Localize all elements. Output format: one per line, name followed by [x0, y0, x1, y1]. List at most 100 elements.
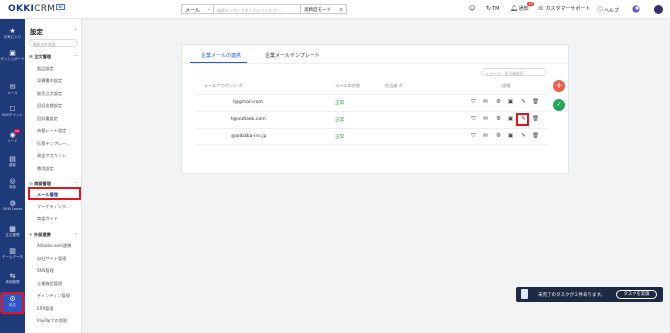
brand-mark-icon[interactable] [632, 5, 640, 13]
sidebar-item[interactable]: PayPalでの受取 [37, 318, 67, 324]
help-icon: ⓘ [597, 7, 604, 14]
gear-icon[interactable]: ⚙ [495, 116, 502, 123]
sidebar-item[interactable]: 販売注文設定 [37, 91, 62, 97]
table-row: @alibaba-inc.jp 正常 ⛉ ✉ ⚙ ▣ ✎ 🗑︎ [196, 128, 548, 145]
smiley-icon[interactable]: ☺ [469, 5, 476, 12]
clipboard-icon [521, 289, 528, 299]
icon-nav [0, 19, 25, 333]
sidebar-item[interactable]: 見積書の設定 [37, 78, 62, 84]
shield-icon[interactable]: ⛉ [470, 133, 477, 140]
order-icon: ▦ [9, 225, 16, 233]
mail-account: @alibaba-inc.jp [231, 134, 267, 139]
mail-account: l@gmail.com [233, 100, 263, 105]
shield-check-icon: ✓ [556, 101, 562, 108]
mail-settings-card: 企業メールの連携 企業メールテンプレート ⌕ メール、担当者検索 メールアカウン… [181, 44, 569, 174]
chevron-down-icon: ⌄ [206, 6, 211, 12]
nav-item-okki-leads[interactable]: ◍ OKKI Leads [0, 199, 25, 211]
security-check-button[interactable]: ✓ [553, 99, 565, 111]
gear-icon[interactable]: ⚙ [495, 133, 502, 140]
support-link[interactable]: ☏カスタマーサポート [537, 5, 590, 12]
sort-icon: ⇵ [398, 83, 403, 88]
edit-icon[interactable]: ✎ [520, 133, 527, 140]
trash-icon[interactable]: 🗑︎ [532, 99, 539, 106]
table-search-input[interactable]: ⌕ メール、担当者検索 [482, 68, 547, 76]
monitor-icon[interactable]: ▣ [507, 116, 514, 123]
trash-icon[interactable]: 🗑︎ [532, 116, 539, 123]
search-scope-select[interactable]: メール ⌄ [181, 4, 213, 14]
column-header-owner[interactable]: 担当者 ⇵ [385, 83, 402, 89]
collapse-icon[interactable]: « [74, 27, 77, 33]
dashboard-icon: ▣ [9, 49, 16, 57]
nav-item-customer[interactable]: ▤ 顧客 [0, 155, 25, 167]
nav-item-orders[interactable]: ▦ 注文管理 [0, 225, 25, 237]
mail-icon[interactable]: ✉ [482, 99, 489, 106]
chevron-up-icon: ⌃ [74, 181, 78, 186]
column-header-status: メールの状態 [335, 83, 361, 88]
leads-icon: ◍ [9, 199, 16, 207]
monitor-icon[interactable]: ▣ [507, 133, 514, 140]
deal-icon: ◎ [9, 177, 16, 185]
nav-item-team-data[interactable]: ▥ チームデータ [0, 247, 25, 259]
lead-count-badge: 10 [14, 129, 20, 133]
global-search-input[interactable]: 検索キーワードを入力してください [213, 4, 301, 14]
table-row: l@gmail.com 正常 ⛉ ✉ ⚙ ▣ ✎ 🗑︎ [196, 94, 548, 111]
toast-message: 未完了のタスクが２件あります。 [538, 292, 606, 298]
sidebar-item[interactable]: 資金アカウント [37, 153, 66, 159]
sidebar-item[interactable]: ERP管理 [37, 306, 53, 312]
help-link[interactable]: ⓘヘルプ [597, 5, 619, 14]
sidebar-item[interactable]: ディンディン管理 [37, 293, 70, 299]
run-tasks-button[interactable]: タスクを実施 [616, 290, 657, 299]
mail-status: 正常 [335, 135, 345, 140]
column-header-account[interactable]: メールアカウント ⇵ [204, 83, 242, 89]
app-logo[interactable]: OKKICRM BI [8, 4, 65, 14]
sidebar-item[interactable]: Alibaba.com連携 [37, 243, 71, 249]
nav-item-deal[interactable]: ◎ 商談 [0, 177, 25, 189]
tab-mail-integration[interactable]: 企業メールの連携 [201, 52, 241, 59]
nav-item-approval[interactable]: ⇆ 承認管理 [0, 272, 25, 284]
sidebar-section-integrations[interactable]: ⚭ 外部連携 ⌃ [29, 232, 78, 238]
shield-icon[interactable]: ⛉ [470, 99, 477, 106]
task-toast: 未完了のタスクが２件あります。 タスクを実施 [516, 287, 663, 302]
nav-item-favorites[interactable]: ★ お気に入り [0, 27, 25, 39]
search-mode-select[interactable]: 高精度モード ⌕ [301, 4, 347, 14]
edit-icon[interactable]: ✎ [520, 99, 527, 106]
sidebar-item[interactable]: 自社サイト管理 [37, 256, 66, 262]
sidebar-search-input[interactable]: 機能名を検索 [29, 39, 78, 47]
sidebar-item[interactable]: 商談ガイド [37, 216, 58, 222]
mail-icon[interactable]: ✉ [482, 116, 489, 123]
add-mail-button[interactable]: + [553, 80, 565, 92]
nav-item-dashboard[interactable]: ▣ ダッシュボード [0, 49, 25, 61]
notice-link[interactable]: 🔔︎通知 [510, 5, 529, 12]
mail-icon[interactable]: ✉ [482, 133, 489, 140]
avatar[interactable] [654, 5, 663, 14]
sidebar-item[interactable]: 為替レート設定 [37, 128, 66, 134]
sidebar-item[interactable]: 製品設定 [37, 66, 54, 72]
sidebar-item[interactable]: 伝票テンプレー... [37, 141, 70, 147]
nav-item-lead[interactable]: ◉ リード 10 [0, 129, 25, 143]
trash-icon[interactable]: 🗑︎ [532, 133, 539, 140]
sidebar-item[interactable]: 回収書設定 [37, 116, 58, 122]
gear-icon[interactable]: ⚙ [495, 99, 502, 106]
sidebar-item[interactable]: マーケティング... [37, 204, 70, 210]
shield-icon[interactable]: ⛉ [470, 116, 477, 123]
monitor-icon[interactable]: ▣ [507, 99, 514, 106]
nav-item-mail[interactable]: ✉ メール [0, 83, 25, 95]
chevron-up-icon: ⌃ [74, 232, 78, 237]
tab-mail-templates[interactable]: 企業メールテンプレート [265, 52, 320, 59]
mail-status: 正常 [335, 101, 345, 106]
edit-highlight-box [516, 113, 529, 126]
star-icon: ★ [9, 27, 16, 35]
column-header-detail: 詳細 [502, 83, 511, 88]
table-row: t@outlook.com 正常 ⛉ ✉ ⚙ ▣ ✎ 🗑︎ [196, 111, 548, 128]
tm-link[interactable]: ↻TM [486, 5, 499, 12]
sidebar-section-orders[interactable]: ☰ 注文管理 ⌃ [29, 54, 78, 60]
mail-account: t@outlook.com [231, 117, 266, 122]
lead-icon: ◉ [9, 131, 16, 139]
sidebar-item[interactable]: 回収金額設定 [37, 103, 62, 109]
sidebar-item[interactable]: 企業微信管理 [37, 281, 62, 287]
customer-icon: ▤ [9, 155, 16, 163]
sidebar-item[interactable]: SNS管理 [37, 268, 54, 274]
nav-item-sns-chat[interactable]: ☐ SNSチャット [0, 105, 25, 117]
notification-count-badge: 99 [527, 2, 535, 6]
sidebar-item[interactable]: 費用設定 [37, 166, 54, 172]
